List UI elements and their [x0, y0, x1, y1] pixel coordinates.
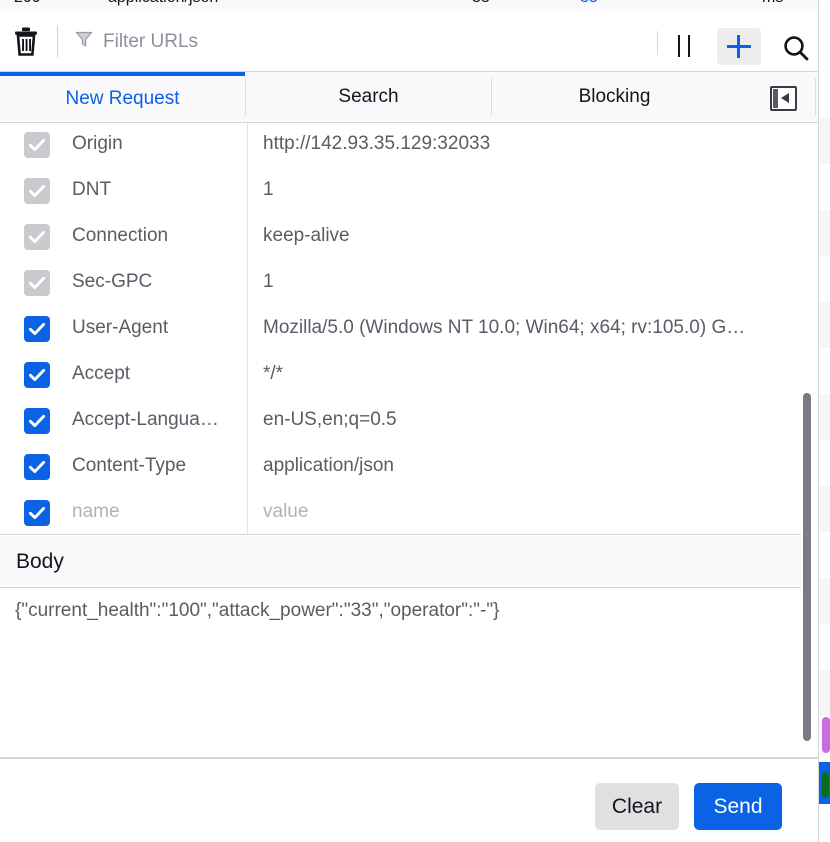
table-row-new[interactable]: name value — [0, 489, 801, 534]
background-page-sliver — [818, 0, 830, 842]
header-enabled-checkbox[interactable] — [24, 316, 50, 342]
panel-scrollbar-thumb[interactable] — [803, 393, 811, 741]
table-row[interactable]: User-Agent Mozilla/5.0 (Windows NT 10.0;… — [0, 305, 801, 351]
network-toolbar: Filter URLs — [0, 11, 830, 72]
header-value[interactable]: Mozilla/5.0 (Windows NT 10.0; Win64; x64… — [263, 305, 791, 351]
send-button[interactable]: Send — [694, 783, 782, 830]
table-row[interactable]: Connection keep-alive — [0, 213, 801, 259]
header-value[interactable]: en-US,en;q=0.5 — [263, 397, 791, 443]
header-value[interactable]: 1 — [263, 259, 791, 305]
tab-divider-3 — [815, 78, 816, 116]
new-header-name-input[interactable]: name — [72, 489, 240, 534]
header-name[interactable]: Connection — [72, 213, 240, 259]
tab-blocking[interactable]: Blocking — [492, 72, 737, 122]
header-enabled-checkbox[interactable] — [24, 408, 50, 434]
header-name[interactable]: Origin — [72, 123, 240, 167]
funnel-filter-icon — [74, 29, 94, 54]
header-enabled-checkbox[interactable] — [24, 500, 50, 526]
header-name[interactable]: User-Agent — [72, 305, 240, 351]
header-value[interactable]: keep-alive — [263, 213, 791, 259]
filter-urls-placeholder: Filter URLs — [103, 30, 199, 52]
header-name[interactable]: Content-Type — [72, 443, 240, 489]
header-enabled-checkbox[interactable] — [24, 454, 50, 480]
header-name[interactable]: Sec-GPC — [72, 259, 240, 305]
request-body-text[interactable]: {"current_health":"100","attack_power":"… — [15, 596, 791, 626]
header-enabled-checkbox[interactable] — [24, 362, 50, 388]
header-value[interactable]: http://142.93.35.129:32033 — [263, 123, 791, 167]
background-purple-marker — [822, 717, 830, 753]
header-enabled-checkbox[interactable] — [24, 270, 50, 296]
header-value[interactable]: */* — [263, 351, 791, 397]
filter-urls-input[interactable]: Filter URLs — [74, 25, 644, 57]
request-headers-table: Origin http://142.93.35.129:32033 DNT 1 … — [0, 123, 801, 535]
table-row[interactable]: Accept */* — [0, 351, 801, 397]
background-green-marker — [822, 772, 829, 798]
body-section-header: Body — [0, 536, 801, 588]
search-icon[interactable] — [778, 33, 816, 63]
new-header-value-input[interactable]: value — [263, 489, 791, 534]
table-row[interactable]: Content-Type application/json — [0, 443, 801, 489]
table-row[interactable]: Origin http://142.93.35.129:32033 — [0, 123, 801, 167]
header-enabled-checkbox[interactable] — [24, 132, 50, 158]
tab-search[interactable]: Search — [246, 72, 491, 122]
tab-new-request[interactable]: New Request — [0, 72, 245, 122]
header-value[interactable]: application/json — [263, 443, 791, 489]
clear-button[interactable]: Clear — [595, 783, 679, 830]
header-enabled-checkbox[interactable] — [24, 224, 50, 250]
request-body-editor[interactable]: {"current_health":"100","attack_power":"… — [0, 588, 801, 757]
collapse-panel-left-icon[interactable] — [770, 86, 797, 111]
toolbar-divider — [57, 25, 58, 57]
panel-tabs: New Request Search Blocking — [0, 72, 830, 123]
pause-icon[interactable] — [668, 33, 702, 59]
collapse-bar — [773, 89, 778, 108]
header-name[interactable]: Accept-Langua… — [72, 397, 240, 443]
header-name[interactable]: Accept — [72, 351, 240, 397]
body-section-title: Body — [16, 550, 64, 573]
table-row[interactable]: DNT 1 — [0, 167, 801, 213]
header-name[interactable]: DNT — [72, 167, 240, 213]
table-row[interactable]: Sec-GPC 1 — [0, 259, 801, 305]
table-row[interactable]: Accept-Langua… en-US,en;q=0.5 — [0, 397, 801, 443]
trash-icon[interactable] — [9, 24, 43, 58]
header-value[interactable]: 1 — [263, 167, 791, 213]
toolbar-divider-2 — [657, 31, 658, 55]
plus-icon[interactable] — [717, 28, 761, 65]
network-new-request-panel: 200 application/json 33 33 ms — [0, 0, 830, 842]
header-enabled-checkbox[interactable] — [24, 178, 50, 204]
collapse-triangle — [781, 93, 789, 103]
panel-footer: Clear Send — [0, 759, 818, 842]
